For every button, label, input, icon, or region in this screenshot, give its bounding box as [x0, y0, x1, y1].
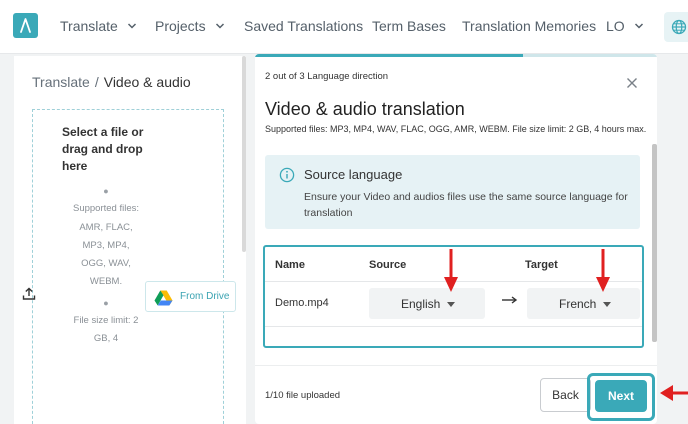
modal-title: Video & audio translation — [265, 99, 465, 119]
nav-term-bases-label: Term Bases — [372, 18, 446, 34]
language-table: Name Source Target Demo.mp4 English Fren… — [263, 245, 644, 348]
nav-translation-memories-label: Translation Memories — [462, 18, 597, 34]
breadcrumb: Translate / Video & audio — [32, 74, 191, 90]
translation-modal: 2 out of 3 Language direction Video & au… — [255, 54, 657, 424]
chevron-down-icon — [634, 23, 643, 29]
annotation-arrow-down-icon — [596, 249, 610, 292]
nav-projects-label: Projects — [155, 18, 206, 34]
nav-translation-memories[interactable]: Translation Memories — [462, 18, 596, 34]
from-drive-label: From Drive — [180, 291, 230, 302]
infobox-text: Ensure your Video and audios files use t… — [304, 191, 628, 219]
upload-count: 1/10 file uploaded — [265, 390, 341, 401]
top-nav: Translate Projects Saved Translations Te… — [0, 0, 688, 54]
dropzone-requirements: ● Supported files: AMR, FLAC, MP3, MP4, … — [73, 182, 139, 349]
chevron-down-icon — [215, 23, 224, 29]
nav-user-menu[interactable]: LO — [606, 18, 644, 34]
step-progress-track — [255, 54, 657, 57]
nav-user-label: LO — [606, 18, 625, 34]
left-scrollbar[interactable] — [242, 56, 246, 252]
source-language-select[interactable]: English — [369, 288, 485, 319]
nav-saved-translations-label: Saved Translations — [244, 18, 364, 34]
infobox-title: Source language — [304, 167, 403, 182]
nav-translate-label: Translate — [60, 18, 118, 34]
nav-term-bases[interactable]: Term Bases — [372, 18, 446, 34]
breadcrumb-current: Video & audio — [103, 74, 191, 90]
step-indicator: 2 out of 3 Language direction — [265, 71, 389, 82]
header-source: Source — [369, 259, 407, 271]
supported-files-text: Supported files: AMR, FLAC, MP3, MP4, OG… — [73, 203, 140, 288]
file-dropzone[interactable]: Select a file or drag and drop here ● Su… — [32, 109, 224, 424]
header-target: Target — [525, 259, 558, 271]
bullet-icon: ● — [103, 297, 109, 308]
source-language-infobox: Source language Ensure your Video and au… — [265, 155, 640, 229]
target-language-select[interactable]: French — [527, 288, 640, 319]
chevron-down-icon — [127, 23, 136, 29]
back-button[interactable]: Back — [540, 378, 591, 412]
breadcrumb-separator: / — [94, 74, 99, 90]
source-language-value: English — [401, 297, 441, 311]
nav-projects[interactable]: Projects — [155, 18, 225, 34]
file-name-cell: Demo.mp4 — [275, 297, 329, 309]
header-name: Name — [275, 259, 305, 271]
google-drive-icon — [154, 290, 173, 306]
close-icon[interactable] — [625, 76, 639, 90]
annotation-arrow-left-icon — [660, 385, 688, 401]
nav-saved-translations[interactable]: Saved Translations — [244, 18, 363, 34]
a-logo-icon[interactable] — [13, 13, 38, 38]
target-language-value: French — [559, 297, 597, 311]
upload-icon[interactable] — [22, 287, 36, 301]
modal-scrollbar[interactable] — [652, 144, 657, 342]
nav-translate[interactable]: Translate — [60, 18, 137, 34]
dropzone-title: Select a file or drag and drop here — [62, 125, 144, 173]
size-limit-text: File size limit: 2 GB, 4 — [73, 315, 139, 345]
footer-divider — [255, 365, 657, 366]
next-button[interactable]: Next — [595, 380, 647, 412]
step-progress-fill — [255, 54, 524, 57]
globe-icon[interactable] — [664, 12, 688, 42]
bullet-icon: ● — [103, 186, 109, 196]
table-divider — [265, 326, 642, 327]
info-icon — [279, 167, 295, 183]
breadcrumb-translate-link[interactable]: Translate — [32, 74, 90, 90]
chevron-down-icon — [603, 302, 611, 307]
chevron-down-icon — [447, 302, 455, 307]
from-drive-button[interactable]: From Drive — [145, 281, 236, 312]
annotation-arrow-down-icon — [444, 249, 458, 292]
arrow-right-icon — [502, 296, 518, 304]
supported-files-note: Supported files: MP3, MP4, WAV, FLAC, OG… — [265, 124, 647, 134]
